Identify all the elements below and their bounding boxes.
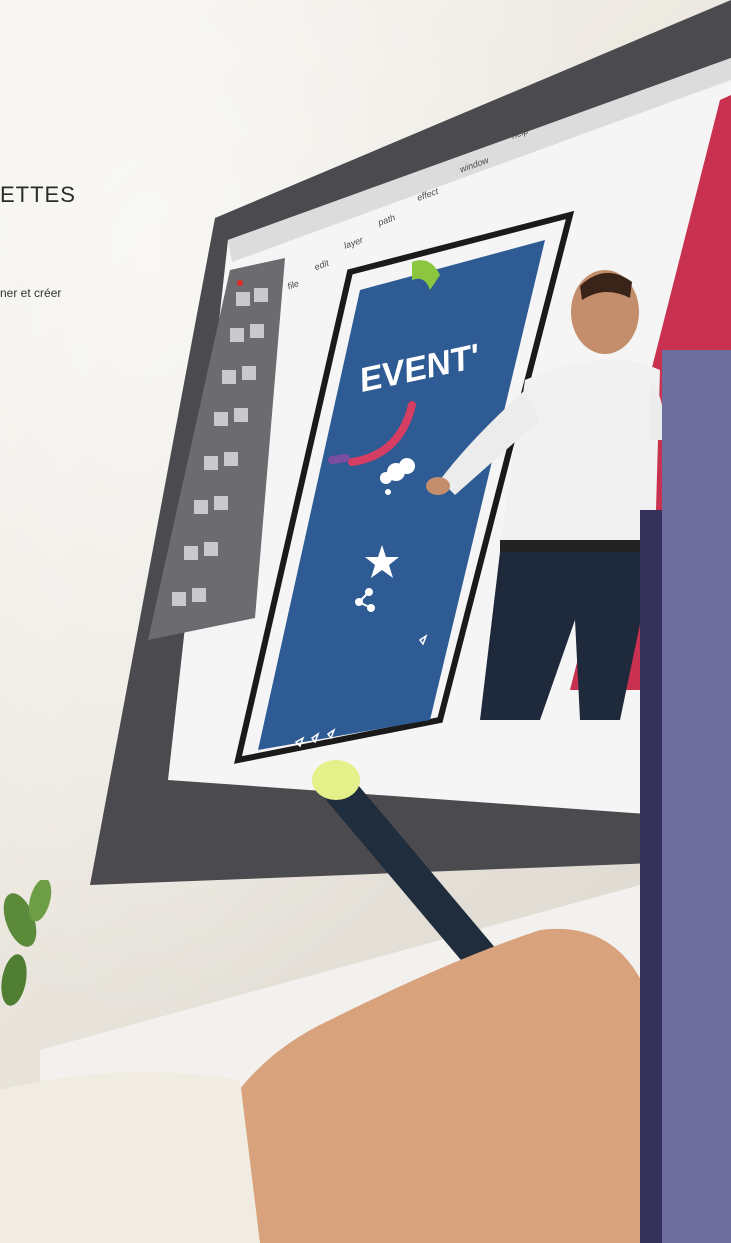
monitor-scene: file edit layer path effect window help bbox=[0, 0, 731, 1243]
tool-cell-2[interactable] bbox=[254, 288, 268, 302]
tool-cell-3[interactable] bbox=[230, 328, 244, 342]
tool-cell-9[interactable] bbox=[204, 456, 218, 470]
banner-purple-mark bbox=[328, 454, 350, 464]
tool-cell-14[interactable] bbox=[204, 542, 218, 556]
tool-cell-13[interactable] bbox=[184, 546, 198, 560]
tool-cell-10[interactable] bbox=[224, 452, 238, 466]
overlay-panel-dark bbox=[640, 510, 662, 1243]
sleeve bbox=[0, 1072, 260, 1243]
overlay-panel-mid bbox=[662, 510, 731, 1243]
tool-cell-16[interactable] bbox=[192, 588, 206, 602]
photo-stage: ETTES ner et créer file edit layer path … bbox=[0, 0, 731, 1243]
tool-cell-11[interactable] bbox=[194, 500, 208, 514]
plant-leaves bbox=[1, 880, 52, 1006]
tool-cell-1[interactable] bbox=[236, 292, 250, 306]
stylus-tip bbox=[312, 760, 360, 800]
tool-cell-8[interactable] bbox=[234, 408, 248, 422]
tool-cell-6[interactable] bbox=[242, 366, 256, 380]
tool-cell-7[interactable] bbox=[214, 412, 228, 426]
tool-cell-12[interactable] bbox=[214, 496, 228, 510]
close-dot-icon[interactable] bbox=[237, 280, 243, 286]
tool-cell-15[interactable] bbox=[172, 592, 186, 606]
tool-cell-4[interactable] bbox=[250, 324, 264, 338]
tool-cell-5[interactable] bbox=[222, 370, 236, 384]
